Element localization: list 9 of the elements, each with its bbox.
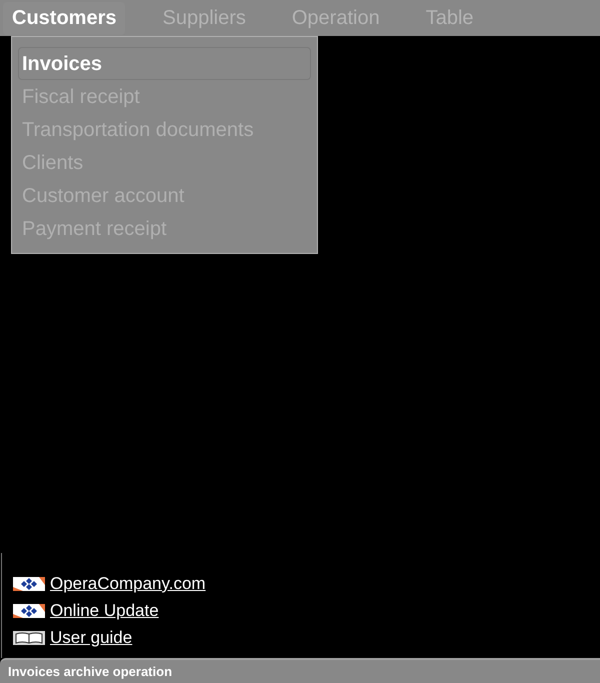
diamond-logo-icon bbox=[13, 604, 45, 618]
link[interactable]: OperaCompany.com bbox=[50, 570, 206, 596]
menu-tab[interactable]: Customers bbox=[3, 2, 126, 34]
link[interactable]: Online Update bbox=[50, 598, 159, 624]
link[interactable]: User guide bbox=[50, 624, 132, 650]
status-text: Invoices archive operation bbox=[8, 662, 172, 681]
menu-item[interactable]: Invoices bbox=[18, 47, 311, 80]
diamond-logo-icon bbox=[13, 576, 45, 590]
open-book-icon bbox=[13, 630, 45, 644]
